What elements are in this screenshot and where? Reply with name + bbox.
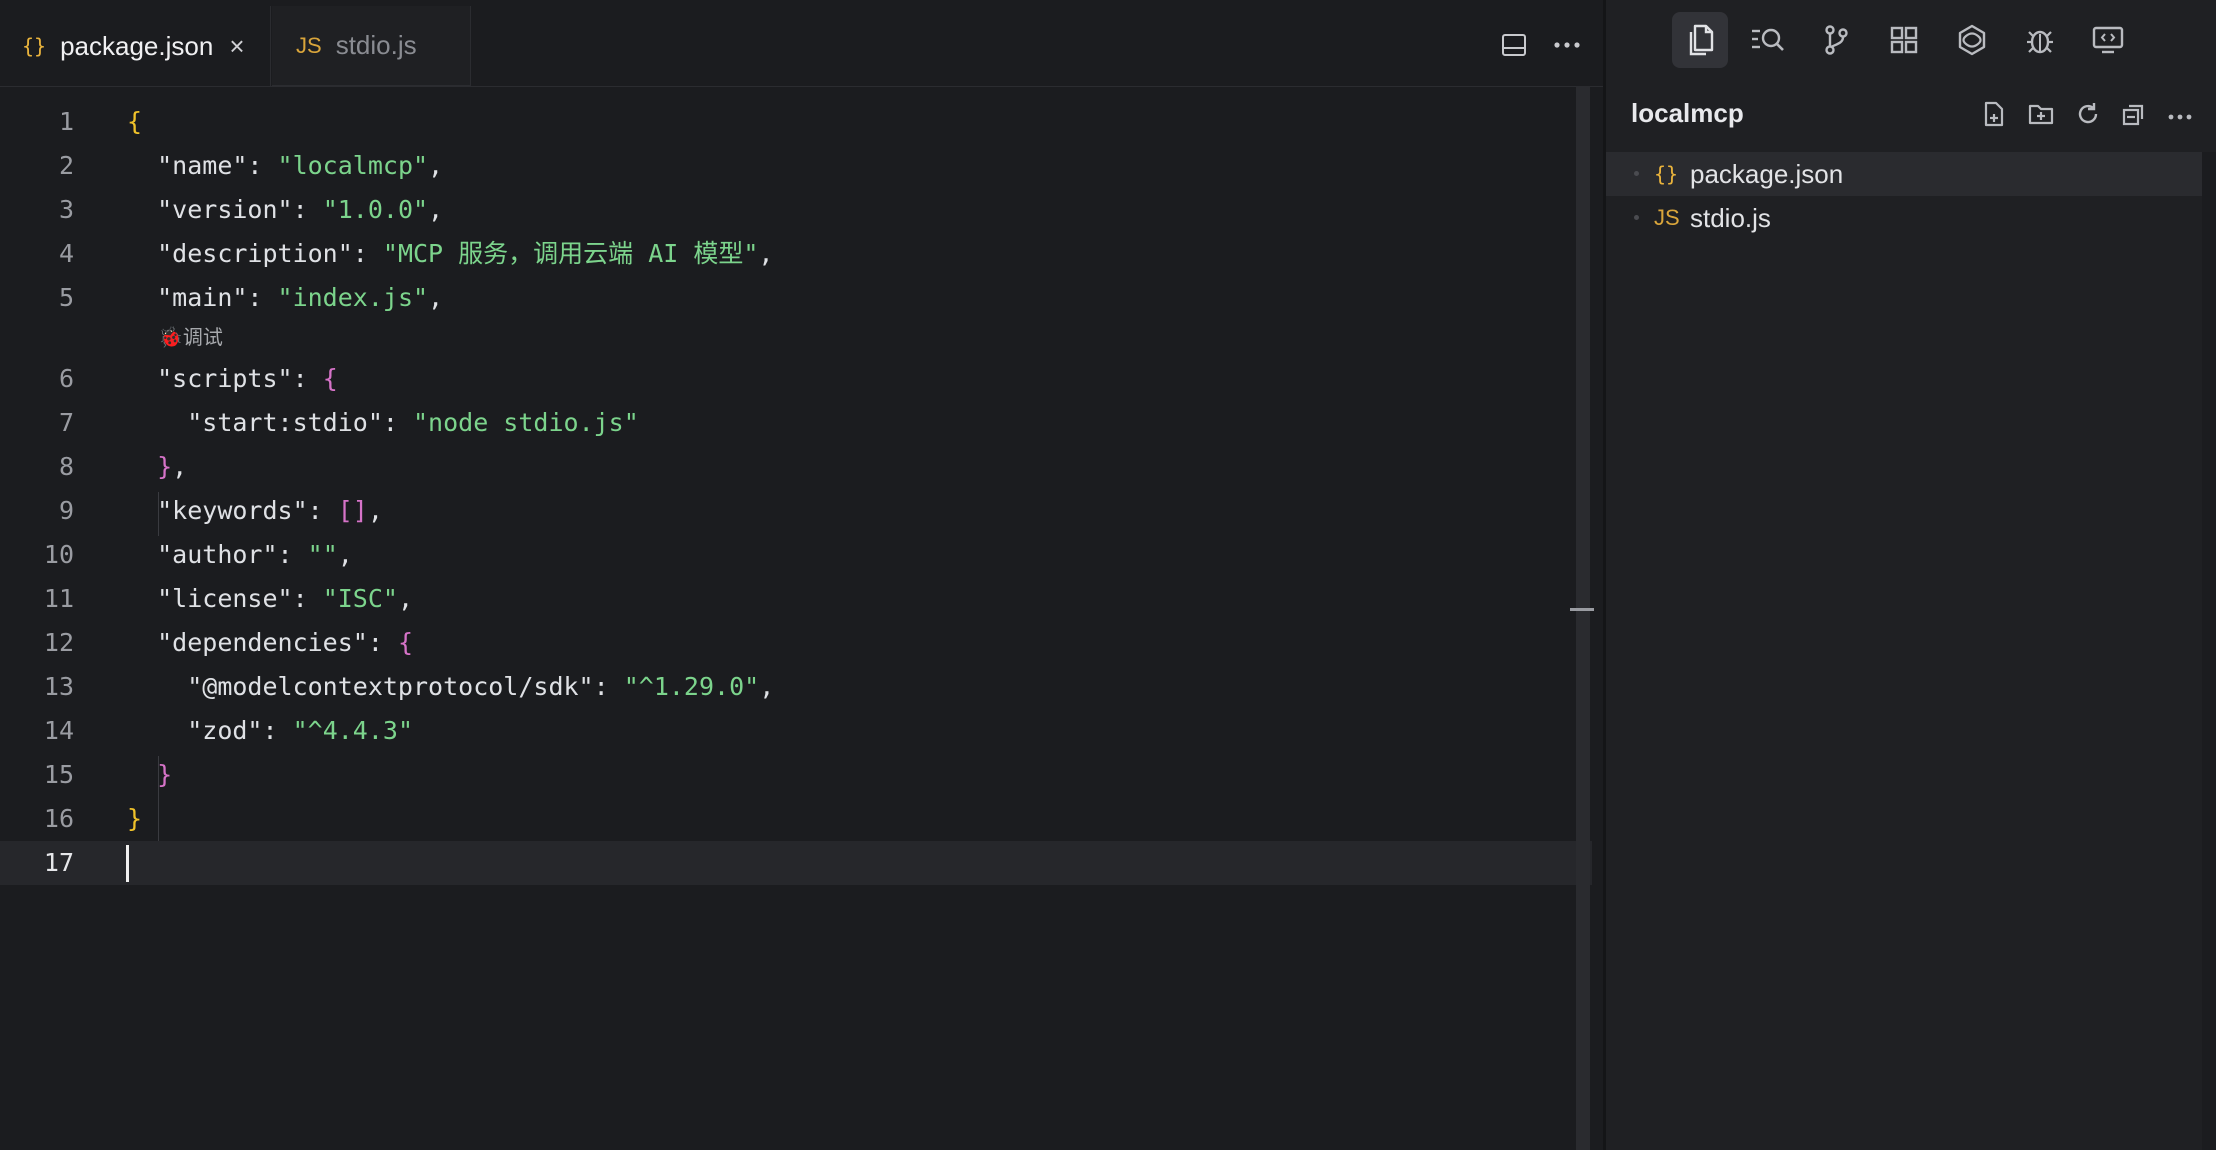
extensions-icon[interactable] [1876,12,1932,68]
collapse-all-icon[interactable] [2121,101,2147,132]
js-file-icon: JS [1654,205,1680,230]
scrollbar-cursor-marker [1570,608,1594,611]
sidebar-scrollbar[interactable] [2202,152,2216,1150]
tree-item-package-json[interactable]: {} package.json [1606,152,2204,196]
tab-package-json[interactable]: {} package.json × [0,6,271,86]
code-line: 9 "keywords": [], [58,496,383,525]
code-line: 4 "description": "MCP 服务，调用云端 AI 模型", [58,239,774,268]
current-code-line[interactable]: 17 [0,841,1592,885]
code-line: 16} [43,804,143,833]
file-tree: {} package.json JS stdio.js [1606,152,2216,240]
activity-bar [1606,10,2216,72]
code-line: 12 "dependencies": { [43,628,413,657]
new-folder-icon[interactable] [2027,101,2055,132]
json-file-icon: {} [22,34,47,58]
search-icon[interactable] [1740,12,1796,68]
tab-stdio-js[interactable]: JS stdio.js [272,6,471,86]
debug-codelens[interactable]: 🐞调试 [0,320,1590,357]
toggle-panel-icon[interactable] [1501,32,1527,58]
editor-scrollbar[interactable] [1576,86,1590,1150]
code-line: 2 "name": "localmcp", [58,151,444,180]
editor-tab-bar: {} package.json × JS stdio.js [0,6,1603,87]
explorer-header: localmcp [1606,88,2216,138]
code-line: 13 "@modelcontextprotocol/sdk": "^1.29.0… [43,672,775,701]
editor-pane: {} package.json × JS stdio.js 1{ 2 "name… [0,0,1603,1150]
code-line: 1{ [58,107,143,136]
code-line: 14 "zod": "^4.4.3" [43,716,414,745]
tab-label: package.json [60,30,214,61]
ai-icon[interactable] [1944,12,2000,68]
code-line: 11 "license": "ISC", [43,584,414,613]
explorer-folder-title[interactable]: localmcp [1631,98,1744,129]
code-line: 10 "author": "", [43,540,353,569]
refresh-icon[interactable] [2075,101,2101,132]
json-file-icon: {} [1654,162,1679,186]
indent-dot [1634,215,1639,220]
js-file-icon: JS [296,32,322,58]
explorer-sidebar: localmcp {} package.json JS stdio.js [1603,0,2216,1150]
debug-icon[interactable] [2012,12,2068,68]
tab-label: stdio.js [335,30,417,60]
file-name: stdio.js [1690,203,1771,233]
file-name: package.json [1690,159,1844,189]
text-cursor [126,845,129,882]
code-line: 15 } [43,760,173,789]
remote-icon[interactable] [2080,12,2136,68]
code-line: 8 }, [58,452,188,481]
code-area[interactable]: 1{ 2 "name": "localmcp", 3 "version": "1… [0,100,1592,885]
files-icon[interactable] [1672,12,1728,68]
indent-dot [1634,171,1639,176]
more-actions-icon[interactable] [2167,108,2193,126]
code-line: 6 "scripts": { [58,364,338,393]
close-icon[interactable]: × [229,31,244,62]
new-file-icon[interactable] [1981,100,2007,133]
code-line: 7 "start:stdio": "node stdio.js" [58,408,639,437]
code-line: 5 "main": "index.js", [58,283,444,312]
tree-item-stdio-js[interactable]: JS stdio.js [1606,196,2216,240]
more-actions-icon[interactable] [1553,41,1581,49]
source-control-icon[interactable] [1808,12,1864,68]
code-line: 3 "version": "1.0.0", [58,195,444,224]
